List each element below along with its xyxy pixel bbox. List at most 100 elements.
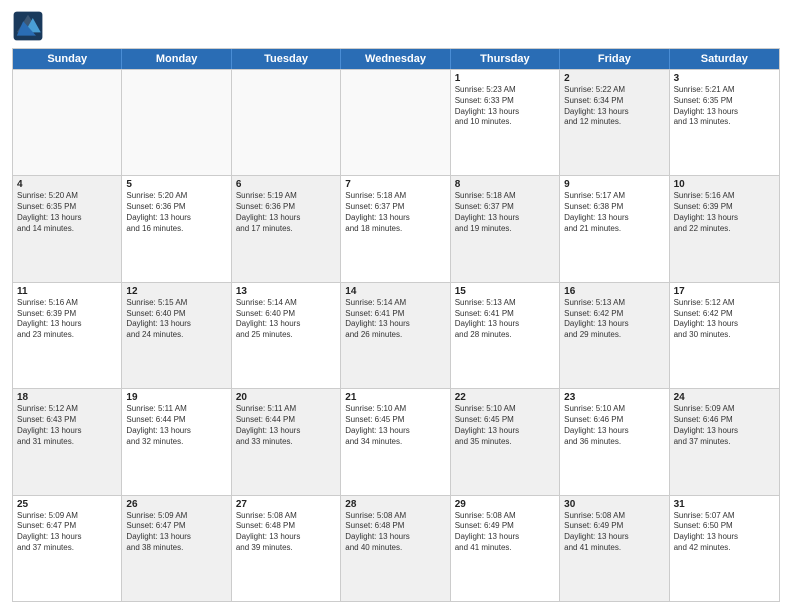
day-info: Sunrise: 5:10 AM Sunset: 6:45 PM Dayligh… [455,404,555,447]
day-info: Sunrise: 5:13 AM Sunset: 6:42 PM Dayligh… [564,298,664,341]
day-cell: 16Sunrise: 5:13 AM Sunset: 6:42 PM Dayli… [560,283,669,388]
day-info: Sunrise: 5:19 AM Sunset: 6:36 PM Dayligh… [236,191,336,234]
day-info: Sunrise: 5:08 AM Sunset: 6:48 PM Dayligh… [345,511,445,554]
day-number: 17 [674,286,775,297]
day-cell: 26Sunrise: 5:09 AM Sunset: 6:47 PM Dayli… [122,496,231,601]
day-info: Sunrise: 5:13 AM Sunset: 6:41 PM Dayligh… [455,298,555,341]
day-number: 1 [455,73,555,84]
day-number: 6 [236,179,336,190]
day-cell: 27Sunrise: 5:08 AM Sunset: 6:48 PM Dayli… [232,496,341,601]
day-info: Sunrise: 5:20 AM Sunset: 6:36 PM Dayligh… [126,191,226,234]
day-number: 11 [17,286,117,297]
day-cell: 22Sunrise: 5:10 AM Sunset: 6:45 PM Dayli… [451,389,560,494]
day-info: Sunrise: 5:15 AM Sunset: 6:40 PM Dayligh… [126,298,226,341]
day-number: 26 [126,499,226,510]
day-header-monday: Monday [122,49,231,69]
day-info: Sunrise: 5:21 AM Sunset: 6:35 PM Dayligh… [674,85,775,128]
day-info: Sunrise: 5:08 AM Sunset: 6:49 PM Dayligh… [455,511,555,554]
day-cell: 19Sunrise: 5:11 AM Sunset: 6:44 PM Dayli… [122,389,231,494]
page: SundayMondayTuesdayWednesdayThursdayFrid… [0,0,792,612]
day-info: Sunrise: 5:10 AM Sunset: 6:45 PM Dayligh… [345,404,445,447]
day-number: 12 [126,286,226,297]
header [12,10,780,42]
day-cell: 1Sunrise: 5:23 AM Sunset: 6:33 PM Daylig… [451,70,560,175]
day-number: 14 [345,286,445,297]
calendar: SundayMondayTuesdayWednesdayThursdayFrid… [12,48,780,602]
day-number: 23 [564,392,664,403]
day-cell: 31Sunrise: 5:07 AM Sunset: 6:50 PM Dayli… [670,496,779,601]
day-info: Sunrise: 5:22 AM Sunset: 6:34 PM Dayligh… [564,85,664,128]
day-number: 3 [674,73,775,84]
week-row-4: 18Sunrise: 5:12 AM Sunset: 6:43 PM Dayli… [13,388,779,494]
day-number: 5 [126,179,226,190]
day-cell: 8Sunrise: 5:18 AM Sunset: 6:37 PM Daylig… [451,176,560,281]
day-info: Sunrise: 5:11 AM Sunset: 6:44 PM Dayligh… [236,404,336,447]
day-number: 24 [674,392,775,403]
day-info: Sunrise: 5:23 AM Sunset: 6:33 PM Dayligh… [455,85,555,128]
day-header-thursday: Thursday [451,49,560,69]
day-cell [232,70,341,175]
day-cell: 23Sunrise: 5:10 AM Sunset: 6:46 PM Dayli… [560,389,669,494]
day-cell [13,70,122,175]
day-info: Sunrise: 5:17 AM Sunset: 6:38 PM Dayligh… [564,191,664,234]
day-info: Sunrise: 5:09 AM Sunset: 6:47 PM Dayligh… [17,511,117,554]
day-info: Sunrise: 5:11 AM Sunset: 6:44 PM Dayligh… [126,404,226,447]
day-cell: 29Sunrise: 5:08 AM Sunset: 6:49 PM Dayli… [451,496,560,601]
day-number: 28 [345,499,445,510]
day-info: Sunrise: 5:09 AM Sunset: 6:47 PM Dayligh… [126,511,226,554]
day-info: Sunrise: 5:09 AM Sunset: 6:46 PM Dayligh… [674,404,775,447]
day-info: Sunrise: 5:14 AM Sunset: 6:40 PM Dayligh… [236,298,336,341]
day-cell: 18Sunrise: 5:12 AM Sunset: 6:43 PM Dayli… [13,389,122,494]
day-number: 27 [236,499,336,510]
day-number: 19 [126,392,226,403]
day-cell: 6Sunrise: 5:19 AM Sunset: 6:36 PM Daylig… [232,176,341,281]
calendar-body: 1Sunrise: 5:23 AM Sunset: 6:33 PM Daylig… [13,69,779,601]
day-cell: 24Sunrise: 5:09 AM Sunset: 6:46 PM Dayli… [670,389,779,494]
day-cell: 21Sunrise: 5:10 AM Sunset: 6:45 PM Dayli… [341,389,450,494]
day-number: 2 [564,73,664,84]
day-info: Sunrise: 5:14 AM Sunset: 6:41 PM Dayligh… [345,298,445,341]
logo-icon [12,10,44,42]
day-cell: 4Sunrise: 5:20 AM Sunset: 6:35 PM Daylig… [13,176,122,281]
day-cell [122,70,231,175]
day-info: Sunrise: 5:12 AM Sunset: 6:42 PM Dayligh… [674,298,775,341]
day-cell: 9Sunrise: 5:17 AM Sunset: 6:38 PM Daylig… [560,176,669,281]
week-row-5: 25Sunrise: 5:09 AM Sunset: 6:47 PM Dayli… [13,495,779,601]
day-number: 10 [674,179,775,190]
day-number: 7 [345,179,445,190]
day-info: Sunrise: 5:10 AM Sunset: 6:46 PM Dayligh… [564,404,664,447]
day-cell: 12Sunrise: 5:15 AM Sunset: 6:40 PM Dayli… [122,283,231,388]
day-info: Sunrise: 5:16 AM Sunset: 6:39 PM Dayligh… [674,191,775,234]
day-cell: 3Sunrise: 5:21 AM Sunset: 6:35 PM Daylig… [670,70,779,175]
day-number: 25 [17,499,117,510]
day-number: 9 [564,179,664,190]
day-cell: 10Sunrise: 5:16 AM Sunset: 6:39 PM Dayli… [670,176,779,281]
day-number: 21 [345,392,445,403]
day-header-sunday: Sunday [13,49,122,69]
day-cell: 11Sunrise: 5:16 AM Sunset: 6:39 PM Dayli… [13,283,122,388]
logo [12,10,48,42]
day-headers: SundayMondayTuesdayWednesdayThursdayFrid… [13,49,779,69]
day-info: Sunrise: 5:07 AM Sunset: 6:50 PM Dayligh… [674,511,775,554]
day-number: 13 [236,286,336,297]
week-row-2: 4Sunrise: 5:20 AM Sunset: 6:35 PM Daylig… [13,175,779,281]
day-info: Sunrise: 5:18 AM Sunset: 6:37 PM Dayligh… [455,191,555,234]
day-cell: 5Sunrise: 5:20 AM Sunset: 6:36 PM Daylig… [122,176,231,281]
day-number: 29 [455,499,555,510]
day-cell: 17Sunrise: 5:12 AM Sunset: 6:42 PM Dayli… [670,283,779,388]
day-cell: 13Sunrise: 5:14 AM Sunset: 6:40 PM Dayli… [232,283,341,388]
day-info: Sunrise: 5:08 AM Sunset: 6:49 PM Dayligh… [564,511,664,554]
day-number: 16 [564,286,664,297]
day-header-tuesday: Tuesday [232,49,341,69]
day-cell: 15Sunrise: 5:13 AM Sunset: 6:41 PM Dayli… [451,283,560,388]
day-cell [341,70,450,175]
day-info: Sunrise: 5:08 AM Sunset: 6:48 PM Dayligh… [236,511,336,554]
day-number: 4 [17,179,117,190]
day-cell: 25Sunrise: 5:09 AM Sunset: 6:47 PM Dayli… [13,496,122,601]
day-cell: 14Sunrise: 5:14 AM Sunset: 6:41 PM Dayli… [341,283,450,388]
day-number: 31 [674,499,775,510]
day-cell: 2Sunrise: 5:22 AM Sunset: 6:34 PM Daylig… [560,70,669,175]
day-number: 20 [236,392,336,403]
day-cell: 28Sunrise: 5:08 AM Sunset: 6:48 PM Dayli… [341,496,450,601]
day-cell: 7Sunrise: 5:18 AM Sunset: 6:37 PM Daylig… [341,176,450,281]
